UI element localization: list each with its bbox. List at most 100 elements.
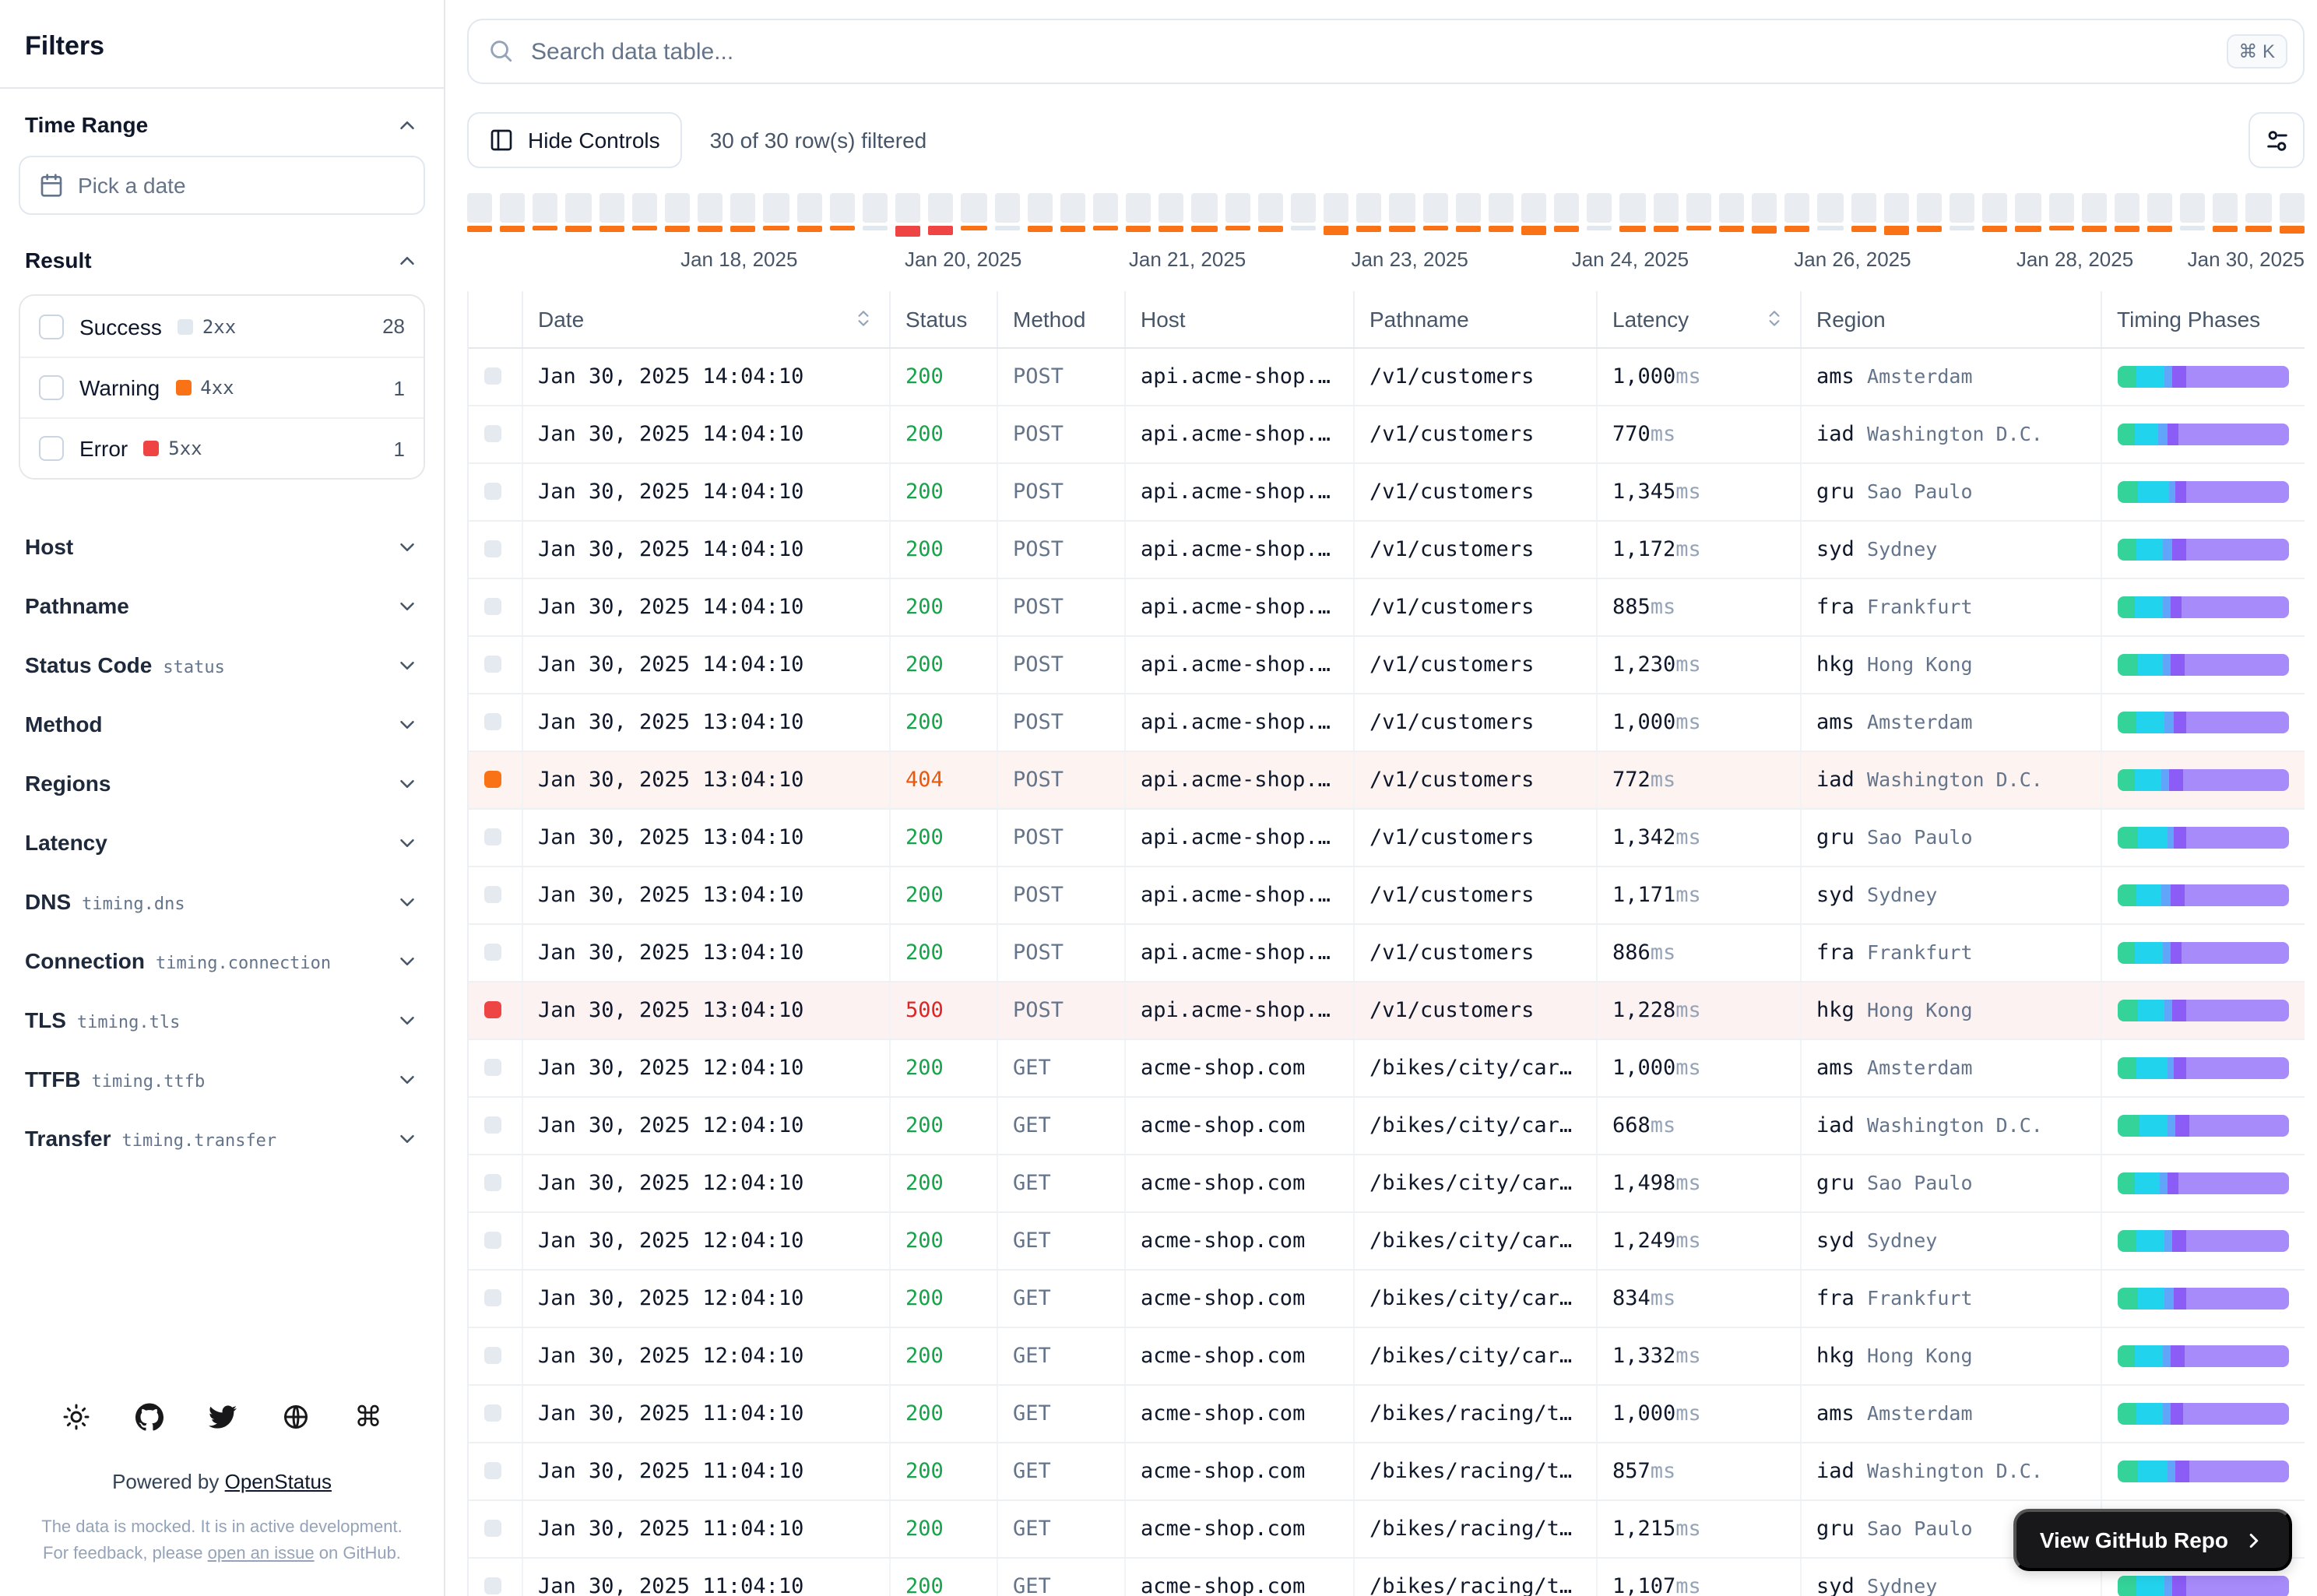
- histogram-bar[interactable]: [631, 193, 657, 230]
- histogram-bar[interactable]: [2146, 193, 2173, 232]
- histogram-bar[interactable]: [2114, 193, 2139, 232]
- histogram-bar[interactable]: [1851, 193, 1876, 232]
- column-header-host[interactable]: Host: [1124, 291, 1354, 348]
- date-picker[interactable]: Pick a date: [19, 156, 425, 215]
- table-row[interactable]: Jan 30, 2025 14:04:10 200 POST api.acme-…: [469, 635, 2305, 694]
- histogram-bar[interactable]: [1521, 193, 1547, 235]
- histogram-bar[interactable]: [2048, 193, 2074, 230]
- histogram-bar[interactable]: [763, 193, 789, 230]
- row-select-checkbox[interactable]: [484, 1116, 501, 1134]
- filter-section-tls[interactable]: TLS timing.tls: [0, 990, 444, 1049]
- row-select-checkbox[interactable]: [484, 483, 501, 500]
- histogram-bar[interactable]: [1883, 193, 1909, 235]
- column-header-status[interactable]: Status: [889, 291, 997, 348]
- row-select-checkbox[interactable]: [484, 1059, 501, 1076]
- table-row[interactable]: Jan 30, 2025 12:04:10 200 GET acme-shop.…: [469, 1039, 2305, 1097]
- row-select-checkbox[interactable]: [484, 1462, 501, 1479]
- histogram-bar[interactable]: [2245, 193, 2272, 232]
- histogram-bar[interactable]: [994, 193, 1020, 230]
- column-header-timing[interactable]: Timing Phases: [2101, 291, 2305, 348]
- row-select-checkbox[interactable]: [484, 367, 501, 385]
- histogram-bar[interactable]: [1225, 193, 1250, 230]
- histogram-bar[interactable]: [895, 193, 921, 237]
- table-row[interactable]: Jan 30, 2025 13:04:10 200 POST api.acme-…: [469, 866, 2305, 924]
- filter-section-latency[interactable]: Latency: [0, 813, 444, 872]
- histogram-bar[interactable]: [533, 193, 558, 230]
- row-select-checkbox[interactable]: [484, 713, 501, 730]
- search-input[interactable]: [467, 19, 2305, 84]
- row-select-checkbox[interactable]: [484, 1001, 501, 1018]
- histogram-bar[interactable]: [664, 193, 691, 232]
- table-row[interactable]: Jan 30, 2025 12:04:10 200 GET acme-shop.…: [469, 1096, 2305, 1155]
- column-header-pathname[interactable]: Pathname: [1353, 291, 1597, 348]
- histogram-bar[interactable]: [2213, 193, 2238, 232]
- histogram-bar[interactable]: [1158, 193, 1184, 232]
- histogram-bar[interactable]: [1191, 193, 1218, 232]
- histogram-bar[interactable]: [1587, 193, 1612, 230]
- filter-section-status-code[interactable]: Status Code status: [0, 635, 444, 694]
- row-select-checkbox[interactable]: [484, 540, 501, 557]
- histogram-bar[interactable]: [1324, 193, 1349, 235]
- row-select-checkbox[interactable]: [484, 944, 501, 961]
- row-select-checkbox[interactable]: [484, 771, 501, 788]
- histogram-bar[interactable]: [1784, 193, 1810, 232]
- histogram-bar[interactable]: [2081, 193, 2107, 232]
- histogram-bar[interactable]: [1422, 193, 1448, 230]
- table-row[interactable]: Jan 30, 2025 13:04:10 500 POST api.acme-…: [469, 981, 2305, 1039]
- row-select-checkbox[interactable]: [484, 1404, 501, 1422]
- filter-section-regions[interactable]: Regions: [0, 754, 444, 813]
- histogram-bar[interactable]: [730, 193, 756, 232]
- table-row[interactable]: Jan 30, 2025 11:04:10 200 GET acme-shop.…: [469, 1442, 2305, 1500]
- histogram-bar[interactable]: [862, 193, 888, 230]
- column-header-region[interactable]: Region: [1800, 291, 2101, 348]
- histogram-bar[interactable]: [1126, 193, 1151, 232]
- table-row[interactable]: Jan 30, 2025 12:04:10 200 GET acme-shop.…: [469, 1154, 2305, 1212]
- histogram-bar[interactable]: [2180, 193, 2206, 230]
- histogram-bar[interactable]: [1817, 193, 1844, 230]
- view-options-button[interactable]: [2248, 112, 2305, 168]
- histogram-bar[interactable]: [796, 193, 822, 232]
- checkbox[interactable]: [39, 314, 64, 339]
- table-row[interactable]: Jan 30, 2025 14:04:10 200 POST api.acme-…: [469, 578, 2305, 636]
- row-select-checkbox[interactable]: [484, 656, 501, 673]
- filter-section-host[interactable]: Host: [0, 517, 444, 576]
- filter-section-transfer[interactable]: Transfer timing.transfer: [0, 1109, 444, 1168]
- histogram-bar[interactable]: [1982, 193, 2008, 232]
- histogram-bar[interactable]: [1686, 193, 1711, 230]
- histogram-bar[interactable]: [961, 193, 986, 230]
- histogram-bar[interactable]: [698, 193, 723, 232]
- histogram-bar[interactable]: [2015, 193, 2041, 232]
- table-row[interactable]: Jan 30, 2025 12:04:10 200 GET acme-shop.…: [469, 1269, 2305, 1327]
- histogram-bar[interactable]: [565, 193, 592, 232]
- row-select-checkbox[interactable]: [484, 598, 501, 615]
- histogram-bar[interactable]: [1060, 193, 1085, 232]
- time-range-section-header[interactable]: Time Range: [0, 89, 444, 153]
- result-option-success[interactable]: Success 2xx 28: [20, 296, 424, 357]
- result-option-warning[interactable]: Warning 4xx 1: [20, 357, 424, 417]
- sort-icon[interactable]: [853, 309, 873, 329]
- row-select-checkbox[interactable]: [484, 828, 501, 845]
- histogram-bar[interactable]: [928, 193, 954, 235]
- table-row[interactable]: Jan 30, 2025 11:04:10 200 GET acme-shop.…: [469, 1384, 2305, 1443]
- row-select-checkbox[interactable]: [484, 1174, 501, 1191]
- checkbox[interactable]: [39, 375, 64, 400]
- column-header-date[interactable]: Date: [522, 291, 890, 348]
- view-github-repo-button[interactable]: View GitHub Repo: [2013, 1509, 2292, 1571]
- filter-section-ttfb[interactable]: TTFB timing.ttfb: [0, 1049, 444, 1109]
- filter-section-dns[interactable]: DNS timing.dns: [0, 872, 444, 931]
- table-row[interactable]: Jan 30, 2025 14:04:10 200 POST api.acme-…: [469, 405, 2305, 463]
- histogram-bar[interactable]: [500, 193, 526, 232]
- sort-icon[interactable]: [1763, 309, 1784, 329]
- histogram-bar[interactable]: [1752, 193, 1777, 234]
- histogram-bar[interactable]: [599, 193, 624, 232]
- histogram-bar[interactable]: [1718, 193, 1745, 232]
- github-icon[interactable]: [134, 1403, 163, 1433]
- histogram-bar[interactable]: [1653, 193, 1679, 232]
- theme-toggle-sun-icon[interactable]: [61, 1403, 90, 1433]
- histogram-bar[interactable]: [829, 193, 855, 230]
- command-icon[interactable]: ⌘: [353, 1403, 383, 1433]
- histogram-bar[interactable]: [1257, 193, 1283, 232]
- row-select-checkbox[interactable]: [484, 1289, 501, 1306]
- table-row[interactable]: Jan 30, 2025 13:04:10 200 POST api.acme-…: [469, 808, 2305, 867]
- filter-section-pathname[interactable]: Pathname: [0, 576, 444, 635]
